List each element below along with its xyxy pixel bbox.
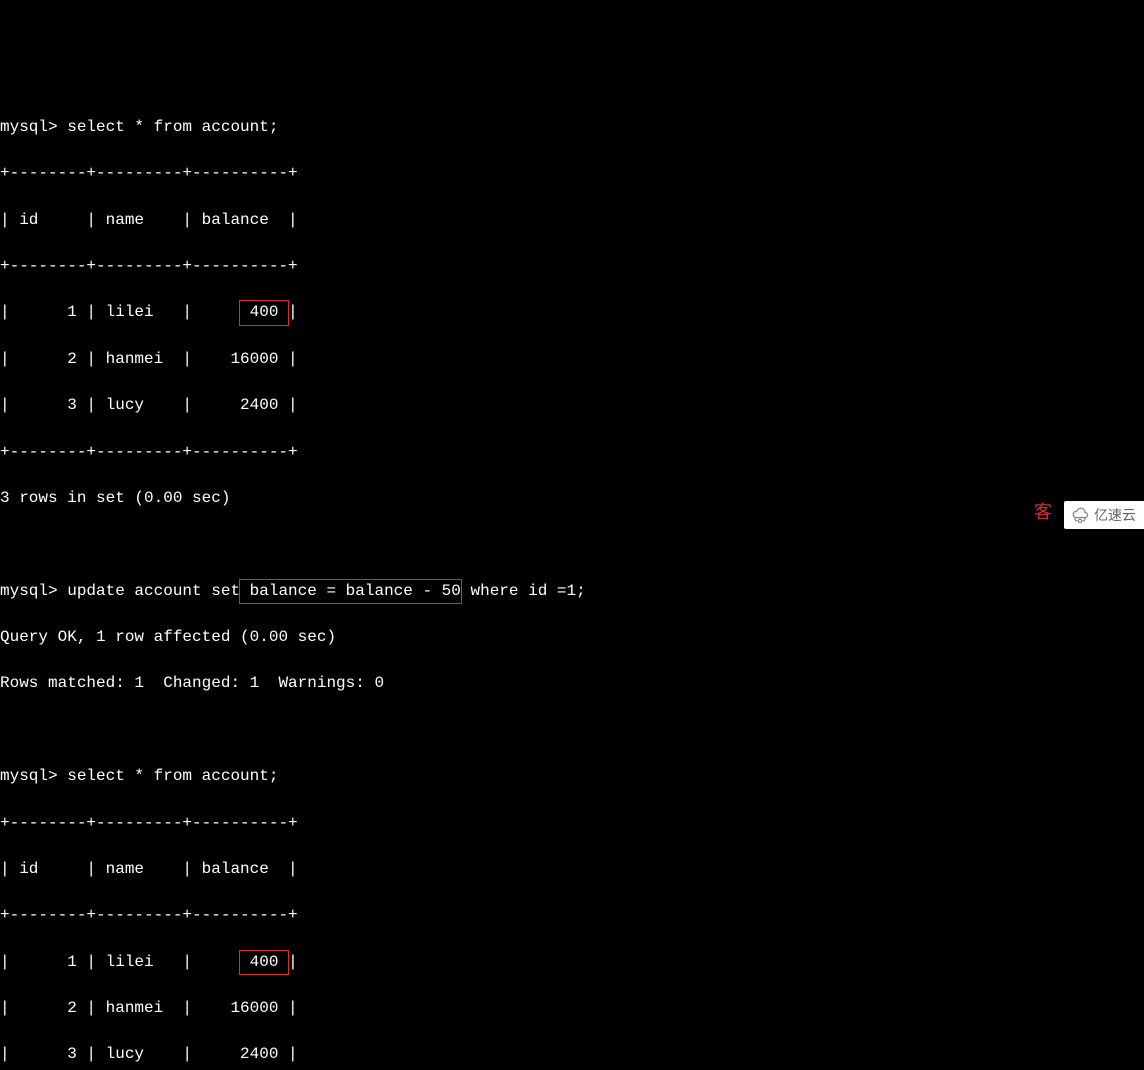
sql-update-pre: update account set — [58, 582, 240, 600]
table-row: | 3 | lucy | 2400 | — [0, 1043, 1144, 1066]
query-ok: Query OK, 1 row affected (0.00 sec) — [0, 626, 1144, 649]
rows-in-set: 3 rows in set (0.00 sec) — [0, 487, 1144, 510]
table-border: +--------+---------+----------+ — [0, 441, 1144, 464]
table-border: +--------+---------+----------+ — [0, 162, 1144, 185]
table-row: | 2 | hanmei | 16000 | — [0, 997, 1144, 1020]
table-row: | 3 | lucy | 2400 | — [0, 394, 1144, 417]
table-row: | 1 | lilei | 400 | — [0, 951, 1144, 974]
rows-matched: Rows matched: 1 Changed: 1 Warnings: 0 — [0, 672, 1144, 695]
mysql-prompt: mysql> — [0, 767, 58, 785]
table-header: | id | name | balance | — [0, 209, 1144, 232]
table-row: | 2 | hanmei | 16000 | — [0, 348, 1144, 371]
partial-cn-text: 客 — [1034, 499, 1052, 525]
table-border: +--------+---------+----------+ — [0, 255, 1144, 278]
sql-update-post: where id =1; — [461, 582, 586, 600]
terminal-output: mysql> select * from account; +--------+… — [0, 93, 1144, 1070]
table-border: +--------+---------+----------+ — [0, 904, 1144, 927]
watermark-text: 亿速云 — [1094, 505, 1136, 525]
mysql-prompt: mysql> — [0, 582, 58, 600]
highlight-balance-2: 400 — [239, 950, 289, 975]
highlight-update-clause: balance = balance - 50 — [239, 579, 462, 604]
table-row: | 1 | lilei | 400 | — [0, 301, 1144, 324]
watermark-badge: 亿速云 — [1064, 501, 1144, 529]
table-header: | id | name | balance | — [0, 858, 1144, 881]
sql-select-1: select * from account; — [58, 118, 279, 136]
sql-select-2: select * from account; — [58, 767, 279, 785]
mysql-prompt: mysql> — [0, 118, 58, 136]
highlight-balance-1: 400 — [239, 300, 289, 325]
cloud-icon — [1070, 505, 1090, 525]
table-border: +--------+---------+----------+ — [0, 812, 1144, 835]
